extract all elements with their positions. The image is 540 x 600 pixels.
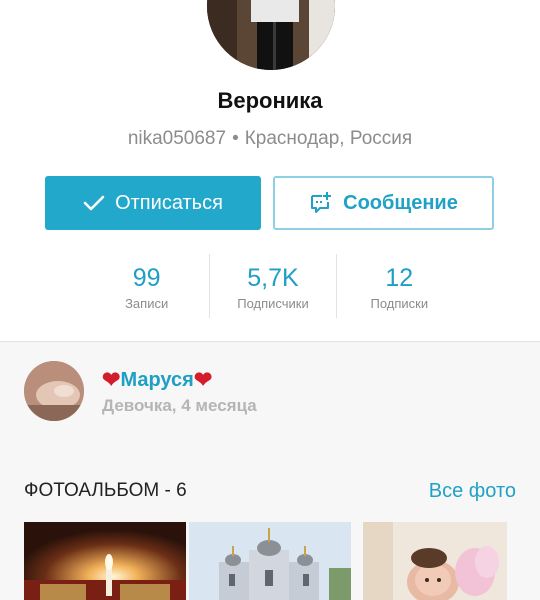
stat-following[interactable]: 12 Подписки — [335, 254, 462, 318]
photo-thumbnail[interactable] — [189, 522, 351, 600]
profile-avatar[interactable] — [207, 0, 335, 70]
stat-value: 5,7K — [247, 264, 299, 292]
all-photos-link[interactable]: Все фото — [429, 480, 516, 503]
photo-thumbnail[interactable] — [363, 522, 507, 600]
child-avatar[interactable] — [24, 361, 84, 421]
checkmark-icon — [83, 195, 105, 211]
profile-location: Краснодар, Россия — [244, 128, 413, 149]
stat-value: 12 — [385, 264, 414, 292]
heart-icon: ❤ — [193, 367, 213, 392]
stat-label: Подписки — [370, 296, 429, 311]
profile-username: nika050687 — [127, 128, 227, 149]
child-name-row[interactable]: ❤ Маруся ❤ — [102, 367, 212, 393]
photo-strip — [24, 522, 516, 600]
heart-icon: ❤ — [102, 367, 121, 392]
subtitle-separator: • — [232, 128, 239, 149]
stat-label: Записи — [125, 296, 169, 311]
message-add-icon — [311, 192, 332, 213]
profile-subtitle: nika050687 • Краснодар, Россия — [0, 128, 540, 150]
unsubscribe-button[interactable]: Отписаться — [45, 176, 261, 230]
photo-thumbnail[interactable] — [24, 522, 186, 600]
profile-name: Вероника — [217, 88, 323, 113]
profile-stats: 99 Записи 5,7K Подписчики 12 Подписки — [84, 254, 462, 318]
album-title: ФОТОАЛЬБОМ - 6 — [24, 480, 187, 501]
stat-label: Подписчики — [237, 296, 309, 311]
stat-value: 99 — [132, 264, 161, 292]
message-button[interactable]: Сообщение — [273, 176, 494, 230]
child-description: Девочка, 4 месяца — [102, 396, 257, 415]
profile-header: Вероника nika050687 • Краснодар, Россия От… — [0, 0, 540, 342]
child-card[interactable]: ❤ Маруся ❤ Девочка, 4 месяца — [0, 343, 540, 443]
stat-posts[interactable]: 99 Записи — [84, 254, 209, 318]
message-label: Сообщение — [343, 191, 458, 214]
child-name: Маруся — [120, 368, 194, 391]
stat-followers[interactable]: 5,7K Подписчики — [209, 254, 335, 318]
unsubscribe-label: Отписаться — [115, 191, 223, 214]
